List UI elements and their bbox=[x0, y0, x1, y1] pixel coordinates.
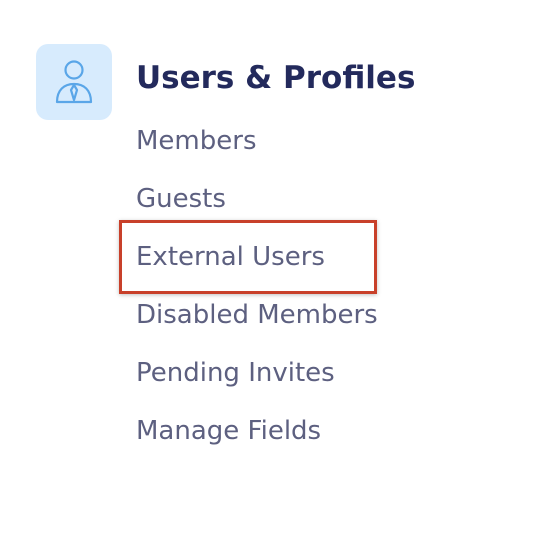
menu-item-manage-fields[interactable]: Manage Fields bbox=[136, 408, 378, 466]
menu-item-external-users[interactable]: External Users bbox=[136, 234, 378, 292]
menu-item-members[interactable]: Members bbox=[136, 118, 378, 176]
users-profiles-menu: Members Guests External Users Disabled M… bbox=[136, 118, 378, 466]
menu-item-disabled-members[interactable]: Disabled Members bbox=[136, 292, 378, 350]
section-icon-tile bbox=[36, 44, 112, 120]
menu-item-guests[interactable]: Guests bbox=[136, 176, 378, 234]
section-title: Users & Profiles bbox=[136, 60, 416, 96]
user-profile-icon bbox=[55, 60, 93, 104]
menu-item-pending-invites[interactable]: Pending Invites bbox=[136, 350, 378, 408]
